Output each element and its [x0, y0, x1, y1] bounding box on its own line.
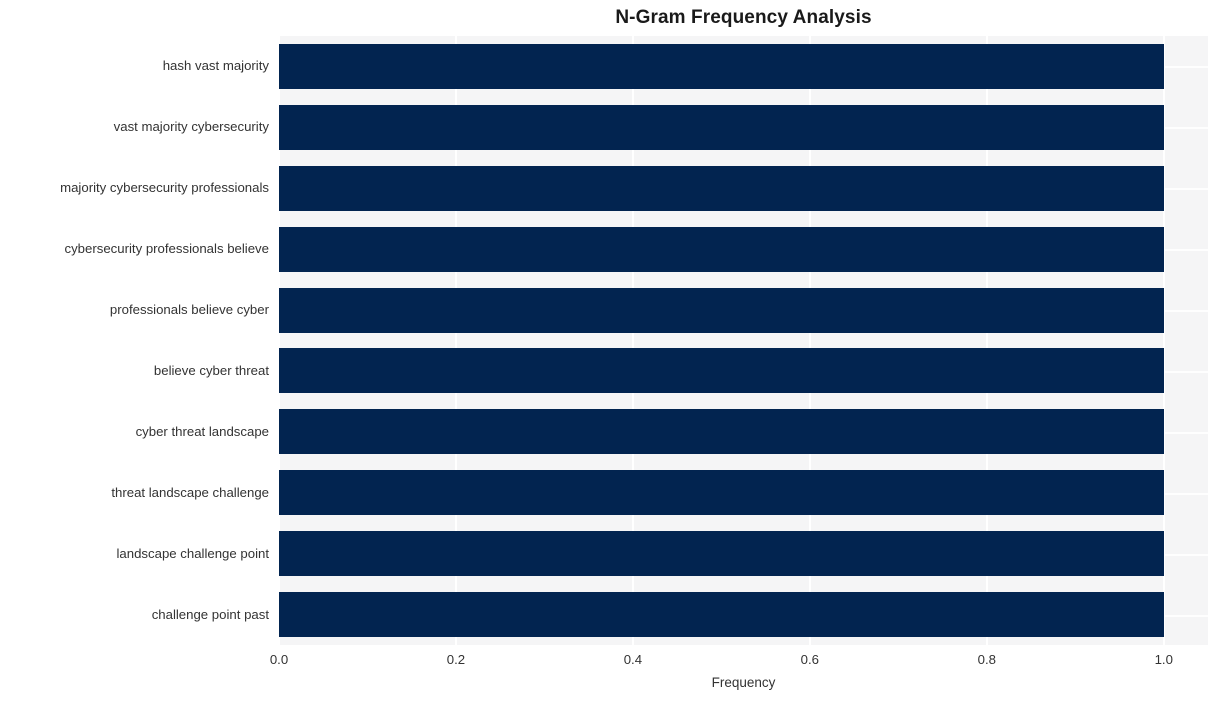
bar	[279, 409, 1164, 455]
bar	[279, 592, 1164, 638]
bar	[279, 531, 1164, 577]
x-axis-tick-label: 0.2	[446, 652, 466, 667]
x-axis-tick-label: 0.6	[800, 652, 820, 667]
y-axis-tick-label: cyber threat landscape	[135, 423, 269, 439]
bar	[279, 43, 1164, 89]
bar	[279, 287, 1164, 333]
bar	[279, 165, 1164, 211]
y-axis-tick-labels: hash vast majority vast majority cybersec…	[0, 36, 269, 645]
x-axis-tick-label: 0.8	[977, 652, 996, 667]
chart-figure: N-Gram Frequency Analysis hash vast majo…	[0, 0, 1218, 701]
bar	[279, 470, 1164, 516]
y-axis-tick-label: threat landscape challenge	[111, 484, 269, 500]
x-axis-tick-label: 0.0	[269, 652, 289, 667]
y-axis-tick-label: majority cybersecurity professionals	[60, 180, 269, 196]
x-axis-tick-label: 0.4	[623, 652, 643, 667]
y-axis-tick-label: hash vast majority	[162, 58, 269, 74]
y-axis-tick-label: believe cyber threat	[153, 362, 269, 378]
y-axis-tick-label: landscape challenge point	[116, 545, 269, 561]
y-axis-tick-label: cybersecurity professionals believe	[64, 241, 269, 257]
x-axis-tick-label: 1.0	[1154, 652, 1173, 667]
bar	[279, 104, 1164, 150]
x-axis-tick-labels: 0.0 0.2 0.4 0.6 0.8 1.0	[0, 652, 1218, 672]
y-axis-tick-label: professionals believe cyber	[109, 302, 269, 318]
bar	[279, 348, 1164, 394]
plot-area	[279, 36, 1208, 645]
y-axis-tick-label: vast majority cybersecurity	[113, 119, 269, 135]
y-axis-tick-label: challenge point past	[151, 606, 269, 622]
x-axis-label: Frequency	[711, 675, 776, 690]
bar	[279, 226, 1164, 272]
chart-title: N-Gram Frequency Analysis	[615, 7, 872, 28]
